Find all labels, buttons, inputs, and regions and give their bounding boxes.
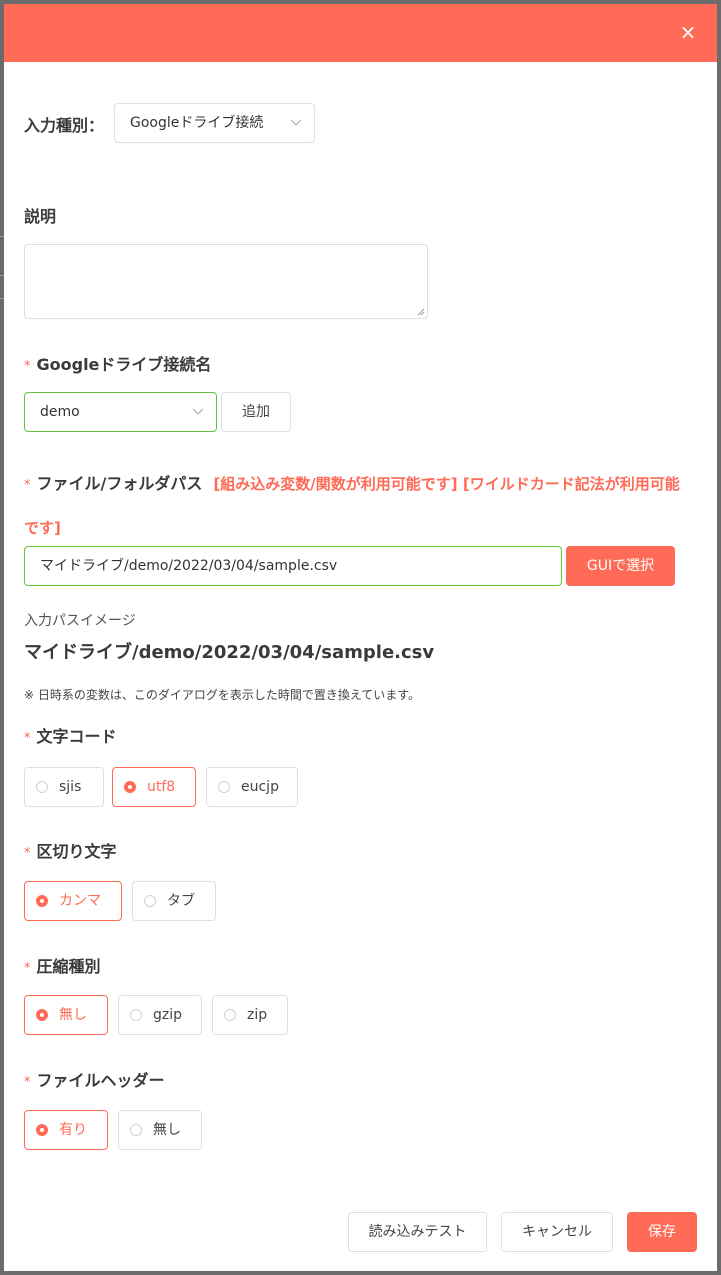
description-textarea[interactable] (24, 244, 428, 319)
gui-select-button[interactable]: GUIで選択 (566, 546, 675, 586)
required-mark: * (24, 1075, 31, 1090)
radio-checked-icon (36, 1124, 48, 1136)
path-input[interactable]: マイドライブ/demo/2022/03/04/sample.csv (24, 546, 562, 586)
path-value: マイドライブ/demo/2022/03/04/sample.csv (40, 558, 338, 574)
description-label: 説明 (24, 207, 57, 226)
radio-header-yes[interactable]: 有り (24, 1110, 108, 1150)
radio-circle-icon (130, 1009, 142, 1021)
radio-encoding-eucjp[interactable]: eucjp (206, 767, 298, 807)
radio-compression-none[interactable]: 無し (24, 995, 108, 1035)
load-test-button[interactable]: 読み込みテスト (348, 1212, 487, 1252)
datetime-note: ※ 日時系の変数は、このダイアログを表示した時間で置き換えています。 (24, 688, 421, 702)
add-connection-button[interactable]: 追加 (221, 392, 291, 432)
radio-circle-icon (130, 1124, 142, 1136)
radio-encoding-utf8[interactable]: utf8 (112, 767, 196, 807)
chevron-down-icon (290, 119, 302, 126)
connection-select[interactable]: demo (24, 392, 217, 432)
radio-compression-zip[interactable]: zip (212, 995, 288, 1035)
close-button[interactable]: × (673, 17, 703, 47)
path-preview-label: 入力パスイメージ (24, 613, 136, 629)
file-header-label: * ファイルヘッダー (24, 1071, 165, 1090)
chevron-down-icon (192, 408, 204, 415)
connection-name-label: * Googleドライブ接続名 (24, 355, 212, 374)
path-label: ファイル/フォルダパス (36, 474, 203, 493)
radio-checked-icon (36, 895, 48, 907)
radio-compression-gzip[interactable]: gzip (118, 995, 202, 1035)
save-button[interactable]: 保存 (627, 1212, 697, 1252)
input-type-select[interactable]: Googleドライブ接続 (114, 103, 315, 143)
path-preview-value: マイドライブ/demo/2022/03/04/sample.csv (24, 642, 435, 663)
radio-circle-icon (224, 1009, 236, 1021)
compression-label: * 圧縮種別 (24, 957, 101, 976)
radio-circle-icon (218, 781, 230, 793)
input-type-value: Googleドライブ接続 (130, 115, 264, 131)
radio-delimiter-comma[interactable]: カンマ (24, 881, 122, 921)
radio-header-no[interactable]: 無し (118, 1110, 202, 1150)
path-note-cont: です] (24, 519, 61, 537)
radio-checked-icon (36, 1009, 48, 1021)
radio-circle-icon (36, 781, 48, 793)
input-type-label: 入力種別： (24, 116, 105, 135)
delimiter-label: * 区切り文字 (24, 842, 117, 861)
dialog: × 入力種別： Googleドライブ接続 説明 * Googleドライブ接続名 d… (4, 4, 717, 1271)
radio-circle-icon (144, 895, 156, 907)
cancel-button[interactable]: キャンセル (501, 1212, 613, 1252)
radio-checked-icon (124, 781, 136, 793)
path-label-block: * ファイル/フォルダパス [組み込み変数/関数が利用可能です] [ワイルドカード… (24, 463, 704, 549)
radio-encoding-sjis[interactable]: sjis (24, 767, 104, 807)
required-mark: * (24, 731, 31, 746)
path-note: [組み込み変数/関数が利用可能です] [ワイルドカード記法が利用可能 (213, 475, 680, 493)
radio-delimiter-tab[interactable]: タブ (132, 881, 216, 921)
required-mark: * (24, 359, 31, 374)
dialog-header: × (4, 4, 717, 62)
required-mark: * (24, 478, 31, 493)
close-icon: × (679, 20, 697, 44)
required-mark: * (24, 961, 31, 976)
resize-grip-icon[interactable] (417, 308, 425, 316)
encoding-label: * 文字コード (24, 727, 117, 746)
required-mark: * (24, 846, 31, 861)
connection-value: demo (40, 404, 80, 420)
